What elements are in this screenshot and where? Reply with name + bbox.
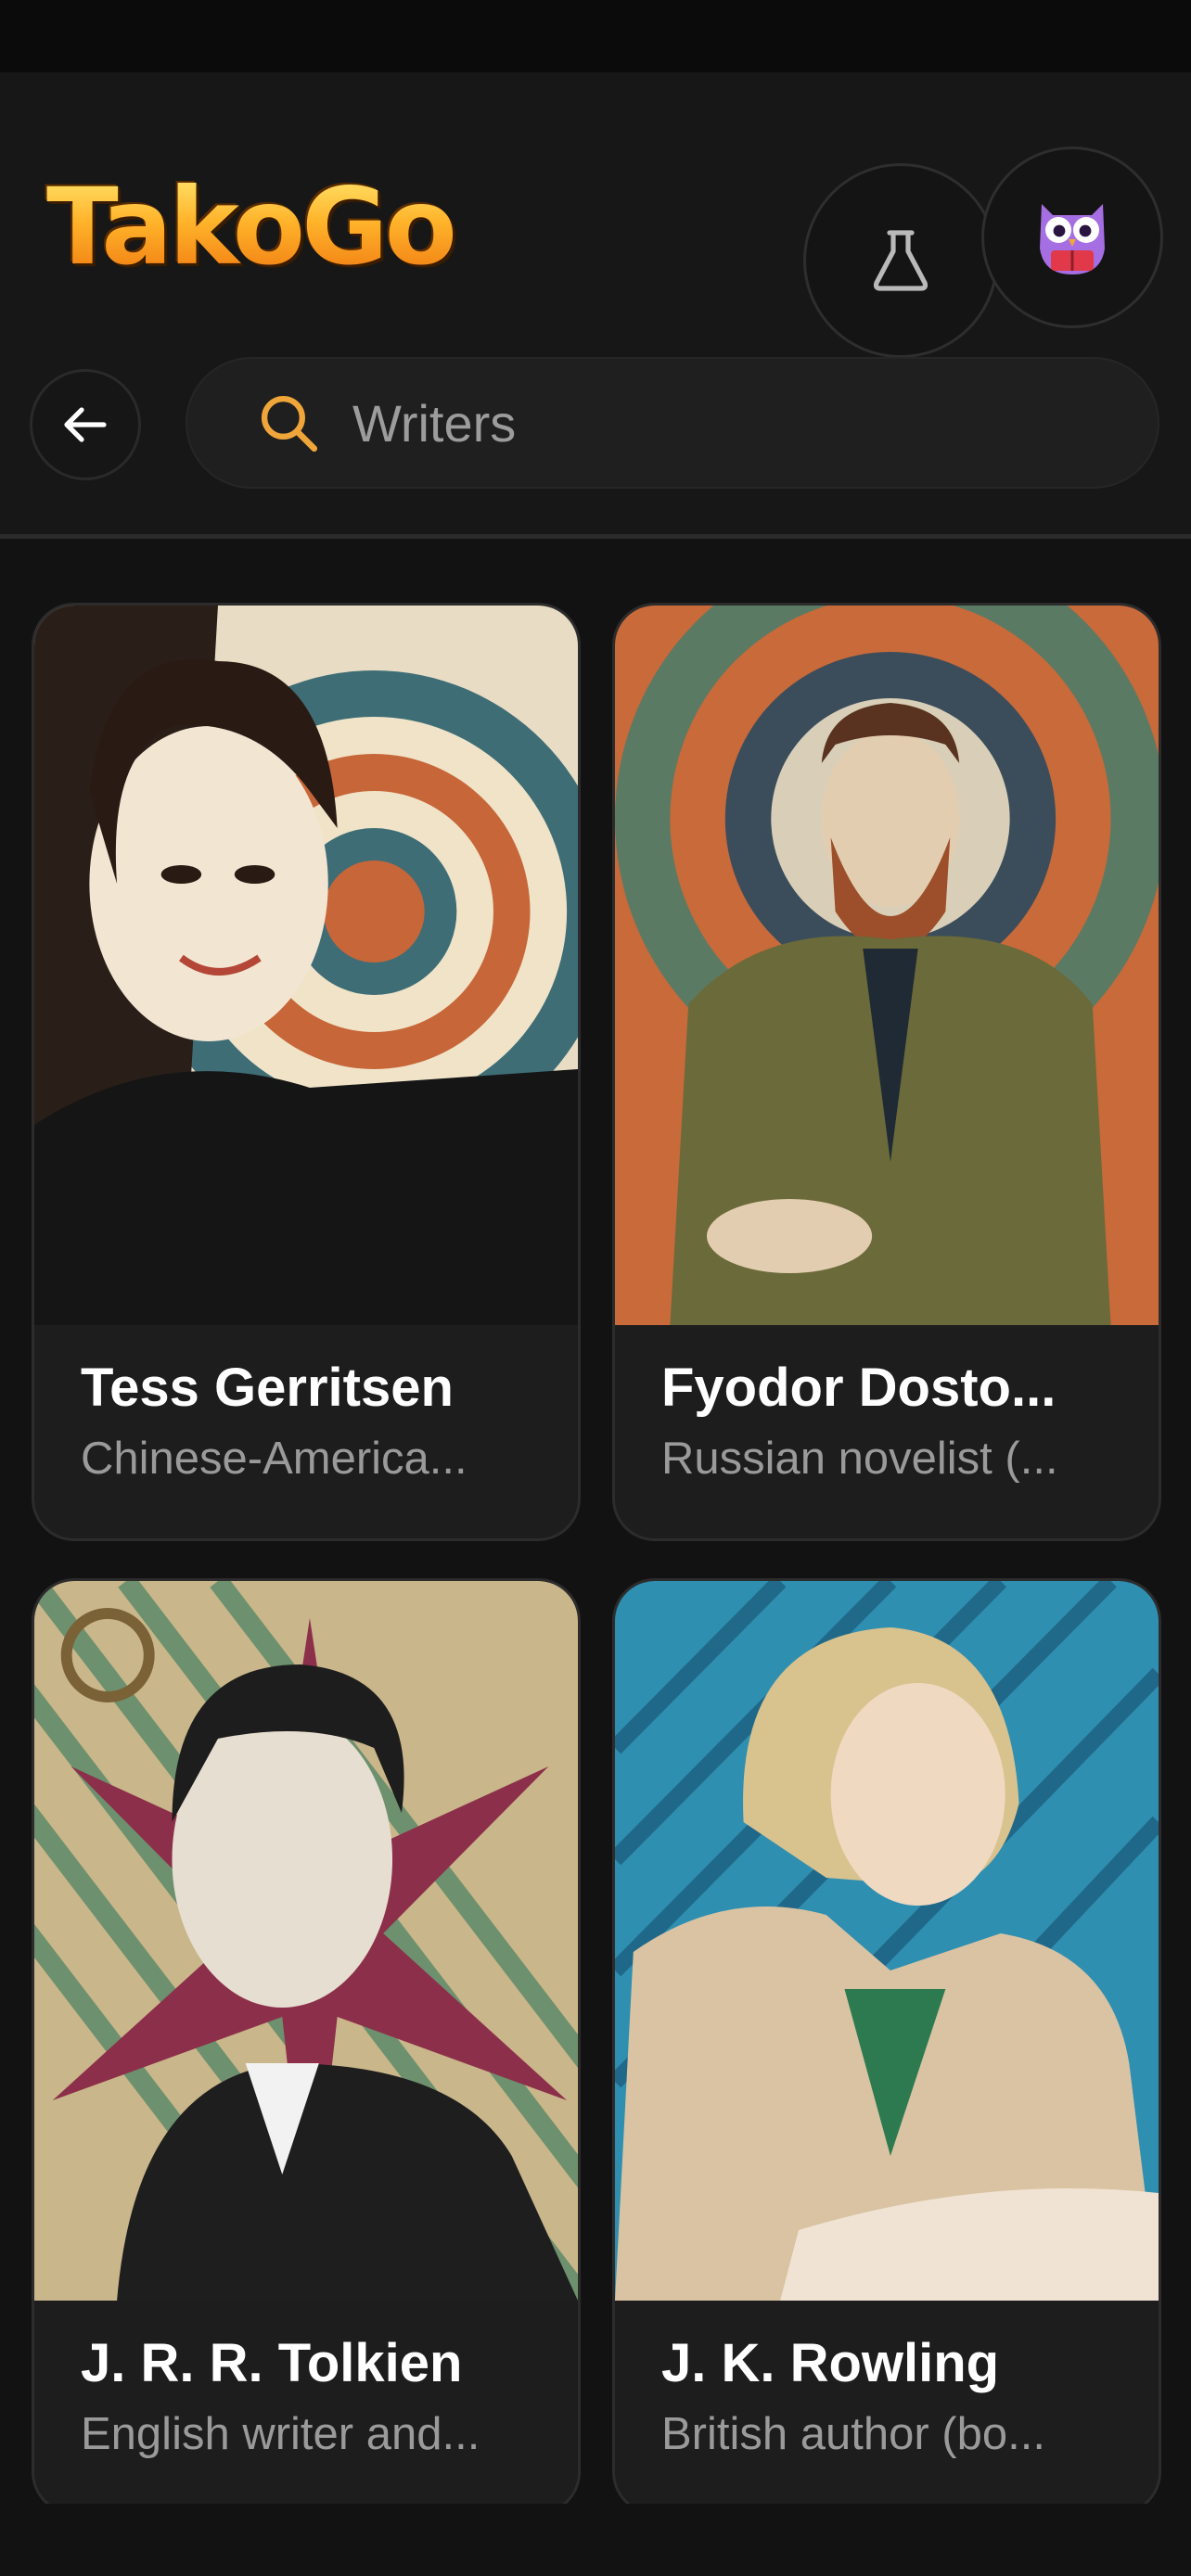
- card-description: Russian novelist (...: [661, 1434, 1058, 1484]
- search-bar[interactable]: [186, 357, 1159, 489]
- status-bar: [0, 0, 1191, 72]
- writer-card-fyodor-dostoevsky[interactable]: Fyodor Dosto... Russian novelist (...: [612, 603, 1161, 1541]
- back-button[interactable]: [30, 369, 141, 480]
- portrait-image: [34, 1581, 578, 2301]
- flask-icon: [873, 230, 928, 291]
- card-name: Fyodor Dosto...: [661, 1358, 1057, 1418]
- app-logo[interactable]: TakoGo: [46, 174, 457, 280]
- portrait-image: [34, 606, 578, 1325]
- portrait-image: [615, 606, 1159, 1325]
- writer-card-tess-gerritsen[interactable]: Tess Gerritsen Chinese-America...: [32, 603, 581, 1541]
- lab-button[interactable]: [803, 163, 998, 358]
- header-divider: [0, 534, 1191, 539]
- portrait-image: [615, 1581, 1159, 2301]
- card-description: British author (bo...: [661, 2409, 1045, 2459]
- search-input[interactable]: [351, 391, 1096, 454]
- card-name: Tess Gerritsen: [81, 1358, 454, 1418]
- bottom-safe-area: [0, 2504, 1191, 2576]
- writer-card-jrr-tolkien[interactable]: J. R. R. Tolkien English writer and...: [32, 1578, 581, 2515]
- writer-card-jk-rowling[interactable]: J. K. Rowling British author (bo...: [612, 1578, 1161, 2515]
- profile-avatar-button[interactable]: [981, 147, 1163, 328]
- card-name: J. R. R. Tolkien: [81, 2333, 463, 2393]
- card-description: Chinese-America...: [81, 1434, 467, 1484]
- card-name: J. K. Rowling: [661, 2333, 1000, 2393]
- card-description: English writer and...: [81, 2409, 480, 2459]
- owl-reading-icon: [1040, 204, 1105, 274]
- search-icon: [261, 395, 318, 453]
- arrow-left-icon: [64, 407, 107, 442]
